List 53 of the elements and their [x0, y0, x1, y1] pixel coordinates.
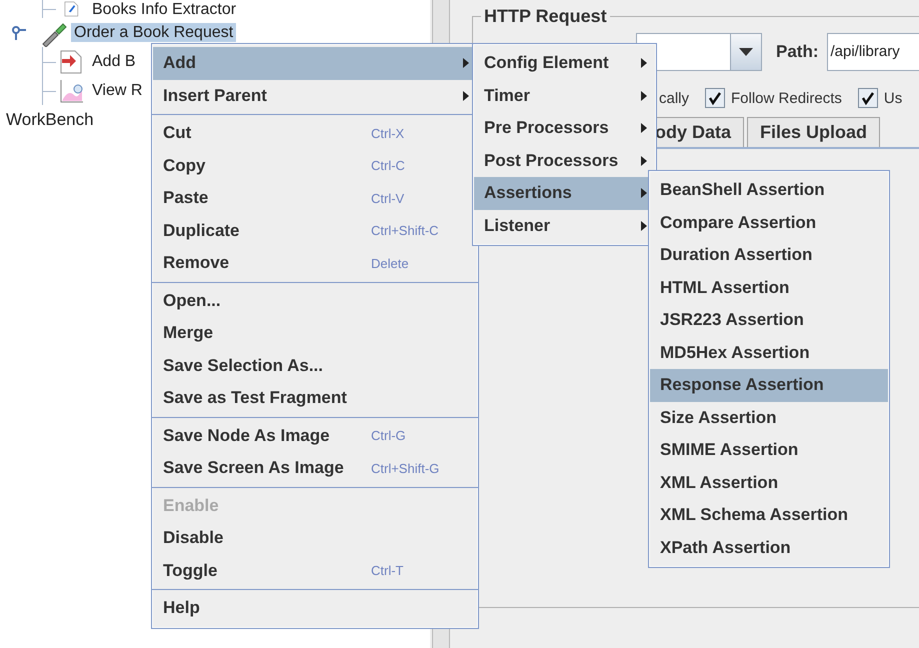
menu-item[interactable]: Save Selection As... [153, 350, 477, 382]
tree-line [42, 76, 56, 105]
tab[interactable]: ody Data [655, 117, 744, 147]
option-label: cally [659, 90, 690, 106]
expand-handle-icon[interactable] [12, 26, 26, 40]
menu-item[interactable]: Help [153, 592, 477, 624]
menu-item[interactable]: Response Assertion [650, 369, 888, 402]
menu-item[interactable]: Toggle Ctrl-T [153, 554, 477, 587]
menu-item[interactable]: Save as Test Fragment [153, 382, 477, 414]
menu-item[interactable]: Post Processors [474, 144, 655, 177]
menu-item[interactable]: Merge [153, 317, 477, 350]
menu-item[interactable]: Disable [153, 522, 477, 554]
menu-item[interactable]: Remove Delete [153, 247, 477, 280]
menu-item[interactable]: Timer [474, 80, 655, 112]
shortcut-label: Ctrl-T [371, 563, 404, 578]
shortcut-label: Ctrl-V [371, 190, 404, 206]
shortcut-label: Delete [371, 256, 409, 271]
path-label: Path: [776, 42, 818, 62]
tree-item[interactable]: Order a Book Request [71, 23, 236, 42]
menu-item[interactable]: XML Schema Assertion [650, 499, 888, 532]
menu-item[interactable]: XPath Assertion [650, 532, 888, 564]
menu-item[interactable]: JSR223 Assertion [650, 304, 888, 336]
caret-icon [730, 34, 761, 70]
menu-item[interactable]: SMIME Assertion [650, 434, 888, 466]
menu-item[interactable]: XML Assertion [650, 466, 888, 499]
shortcut-label: Ctrl-G [371, 428, 406, 444]
menu-item[interactable]: Pre Processors [474, 112, 655, 144]
menu-item[interactable]: MD5Hex Assertion [650, 336, 888, 369]
tree-item[interactable]: Add B [89, 52, 139, 71]
menu-item[interactable]: HTML Assertion [650, 272, 888, 304]
option-label: Us [884, 90, 902, 106]
menu-item[interactable]: Save Node As Image Ctrl-G [153, 420, 477, 452]
menu-item[interactable]: Size Assertion [650, 402, 888, 434]
tree-line [42, 47, 56, 76]
tree-item[interactable]: WorkBench [0, 105, 100, 134]
menu-item[interactable]: Save Screen As Image Ctrl+Shift-G [153, 452, 477, 484]
menu-item[interactable]: Open... [153, 284, 477, 317]
checkbox[interactable] [858, 88, 878, 108]
menu-item[interactable]: Config Element [474, 47, 655, 80]
option-label: Follow Redirects [731, 90, 842, 106]
checkbox[interactable] [705, 88, 726, 108]
shortcut-label: Ctrl+Shift-G [371, 460, 440, 476]
shortcut-label: Ctrl+Shift-C [371, 223, 439, 238]
tree-item[interactable]: View R [89, 81, 146, 100]
shortcut-label: Ctrl-X [371, 126, 404, 141]
shortcut-label: Ctrl-C [371, 158, 405, 174]
tree-line [42, 0, 56, 18]
tab[interactable]: Files Upload [747, 117, 880, 147]
path-field[interactable]: /api/library [826, 33, 919, 71]
tree-item[interactable]: Books Info Extractor [89, 0, 240, 18]
menu-item[interactable]: Duration Assertion [650, 239, 888, 272]
menu-item[interactable]: Compare Assertion [650, 206, 888, 239]
group-title: HTTP Request [483, 6, 608, 27]
